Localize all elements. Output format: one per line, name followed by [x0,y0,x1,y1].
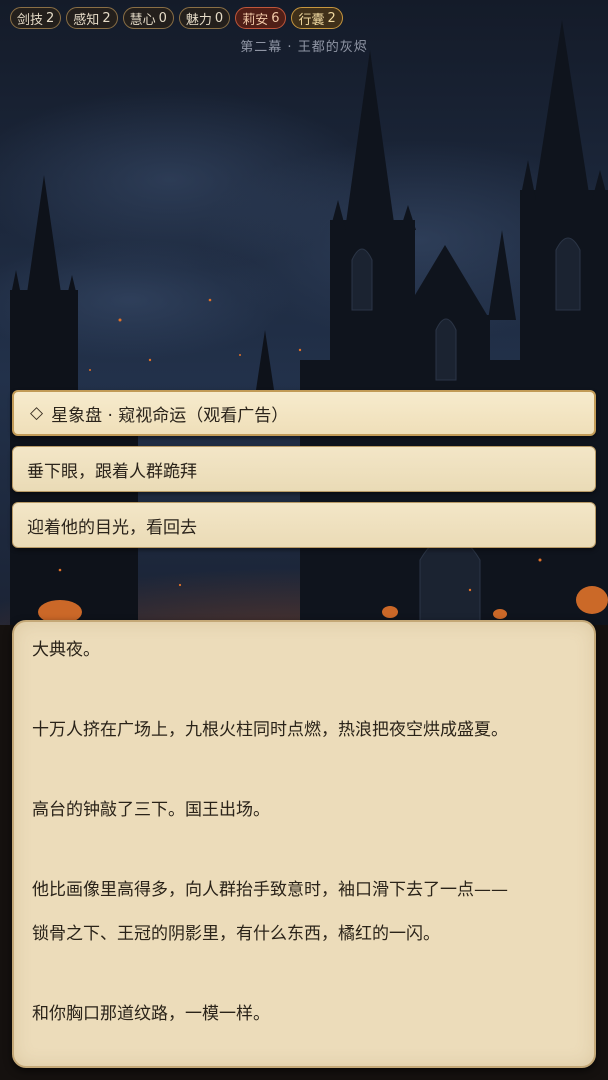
stat-chip-swordsmanship[interactable]: 剑技 2 [10,7,62,29]
stat-value: 2 [102,10,111,26]
stat-value: 0 [214,10,224,26]
stat-chip-inventory[interactable]: 行囊 2 [291,7,343,29]
diamond-outline-icon: ◇ [30,403,44,423]
stat-chip-perception[interactable]: 感知 2 [66,7,118,29]
choice-label: 星象盘 · 窥视命运（观看广告） [51,405,289,426]
story-paragraph: 大典夜。 [32,640,100,660]
chapter-title: 第二幕 · 王都的灰烬 [240,40,368,55]
stat-label: 剑技 [17,12,44,28]
story-paragraph-continued: 锁骨之下、王冠的阴影里，有什么东西，橘红的一闪。 [32,924,440,944]
stat-label: 莉安 [242,12,269,28]
stat-chip-companion-lian[interactable]: 莉安 6 [235,7,287,29]
stat-value: 6 [271,10,280,26]
stat-label: 慧心 [129,12,156,28]
stat-label: 魅力 [185,12,212,28]
choice-astrolabe-ad-button[interactable]: ◇ 星象盘 · 窥视命运（观看广告） [12,390,596,436]
game-screen: 剑技 2 感知 2 慧心 0 魅力 0 莉安 6 行囊 2 第二幕 · 王都的灰烬 ◇ 星象… [0,0,608,1080]
stat-value: 2 [327,10,336,26]
stat-bar: 剑技 2 感知 2 慧心 0 魅力 0 莉安 6 行囊 2 [10,7,343,29]
story-paragraph: 高台的钟敲了三下。国王出场。 [32,800,270,820]
stat-label: 感知 [73,12,100,28]
story-paragraph: 和你胸口那道纹路，一模一样。 [32,1004,270,1024]
choice-kneel-button[interactable]: 垂下眼，跟着人群跪拜 [12,446,596,492]
choice-label: 垂下眼，跟着人群跪拜 [27,461,197,482]
stat-chip-wisdom[interactable]: 慧心 0 [122,7,174,29]
choice-label: 迎着他的目光，看回去 [27,517,197,538]
stat-label: 行囊 [298,12,325,28]
story-paragraph: 他比画像里高得多，向人群抬手致意时，袖口滑下去了一点—— [32,880,508,900]
stat-chip-charisma[interactable]: 魅力 0 [178,7,231,29]
choice-look-back-button[interactable]: 迎着他的目光，看回去 [12,502,596,548]
stat-value: 0 [158,10,167,26]
story-text-panel: 大典夜。 十万人挤在广场上，九根火柱同时点燃，热浪把夜空烘成盛夏。 高台的钟敲了… [12,620,596,1068]
story-paragraph: 十万人挤在广场上，九根火柱同时点燃，热浪把夜空烘成盛夏。 [32,720,508,740]
stat-value: 2 [46,10,55,26]
